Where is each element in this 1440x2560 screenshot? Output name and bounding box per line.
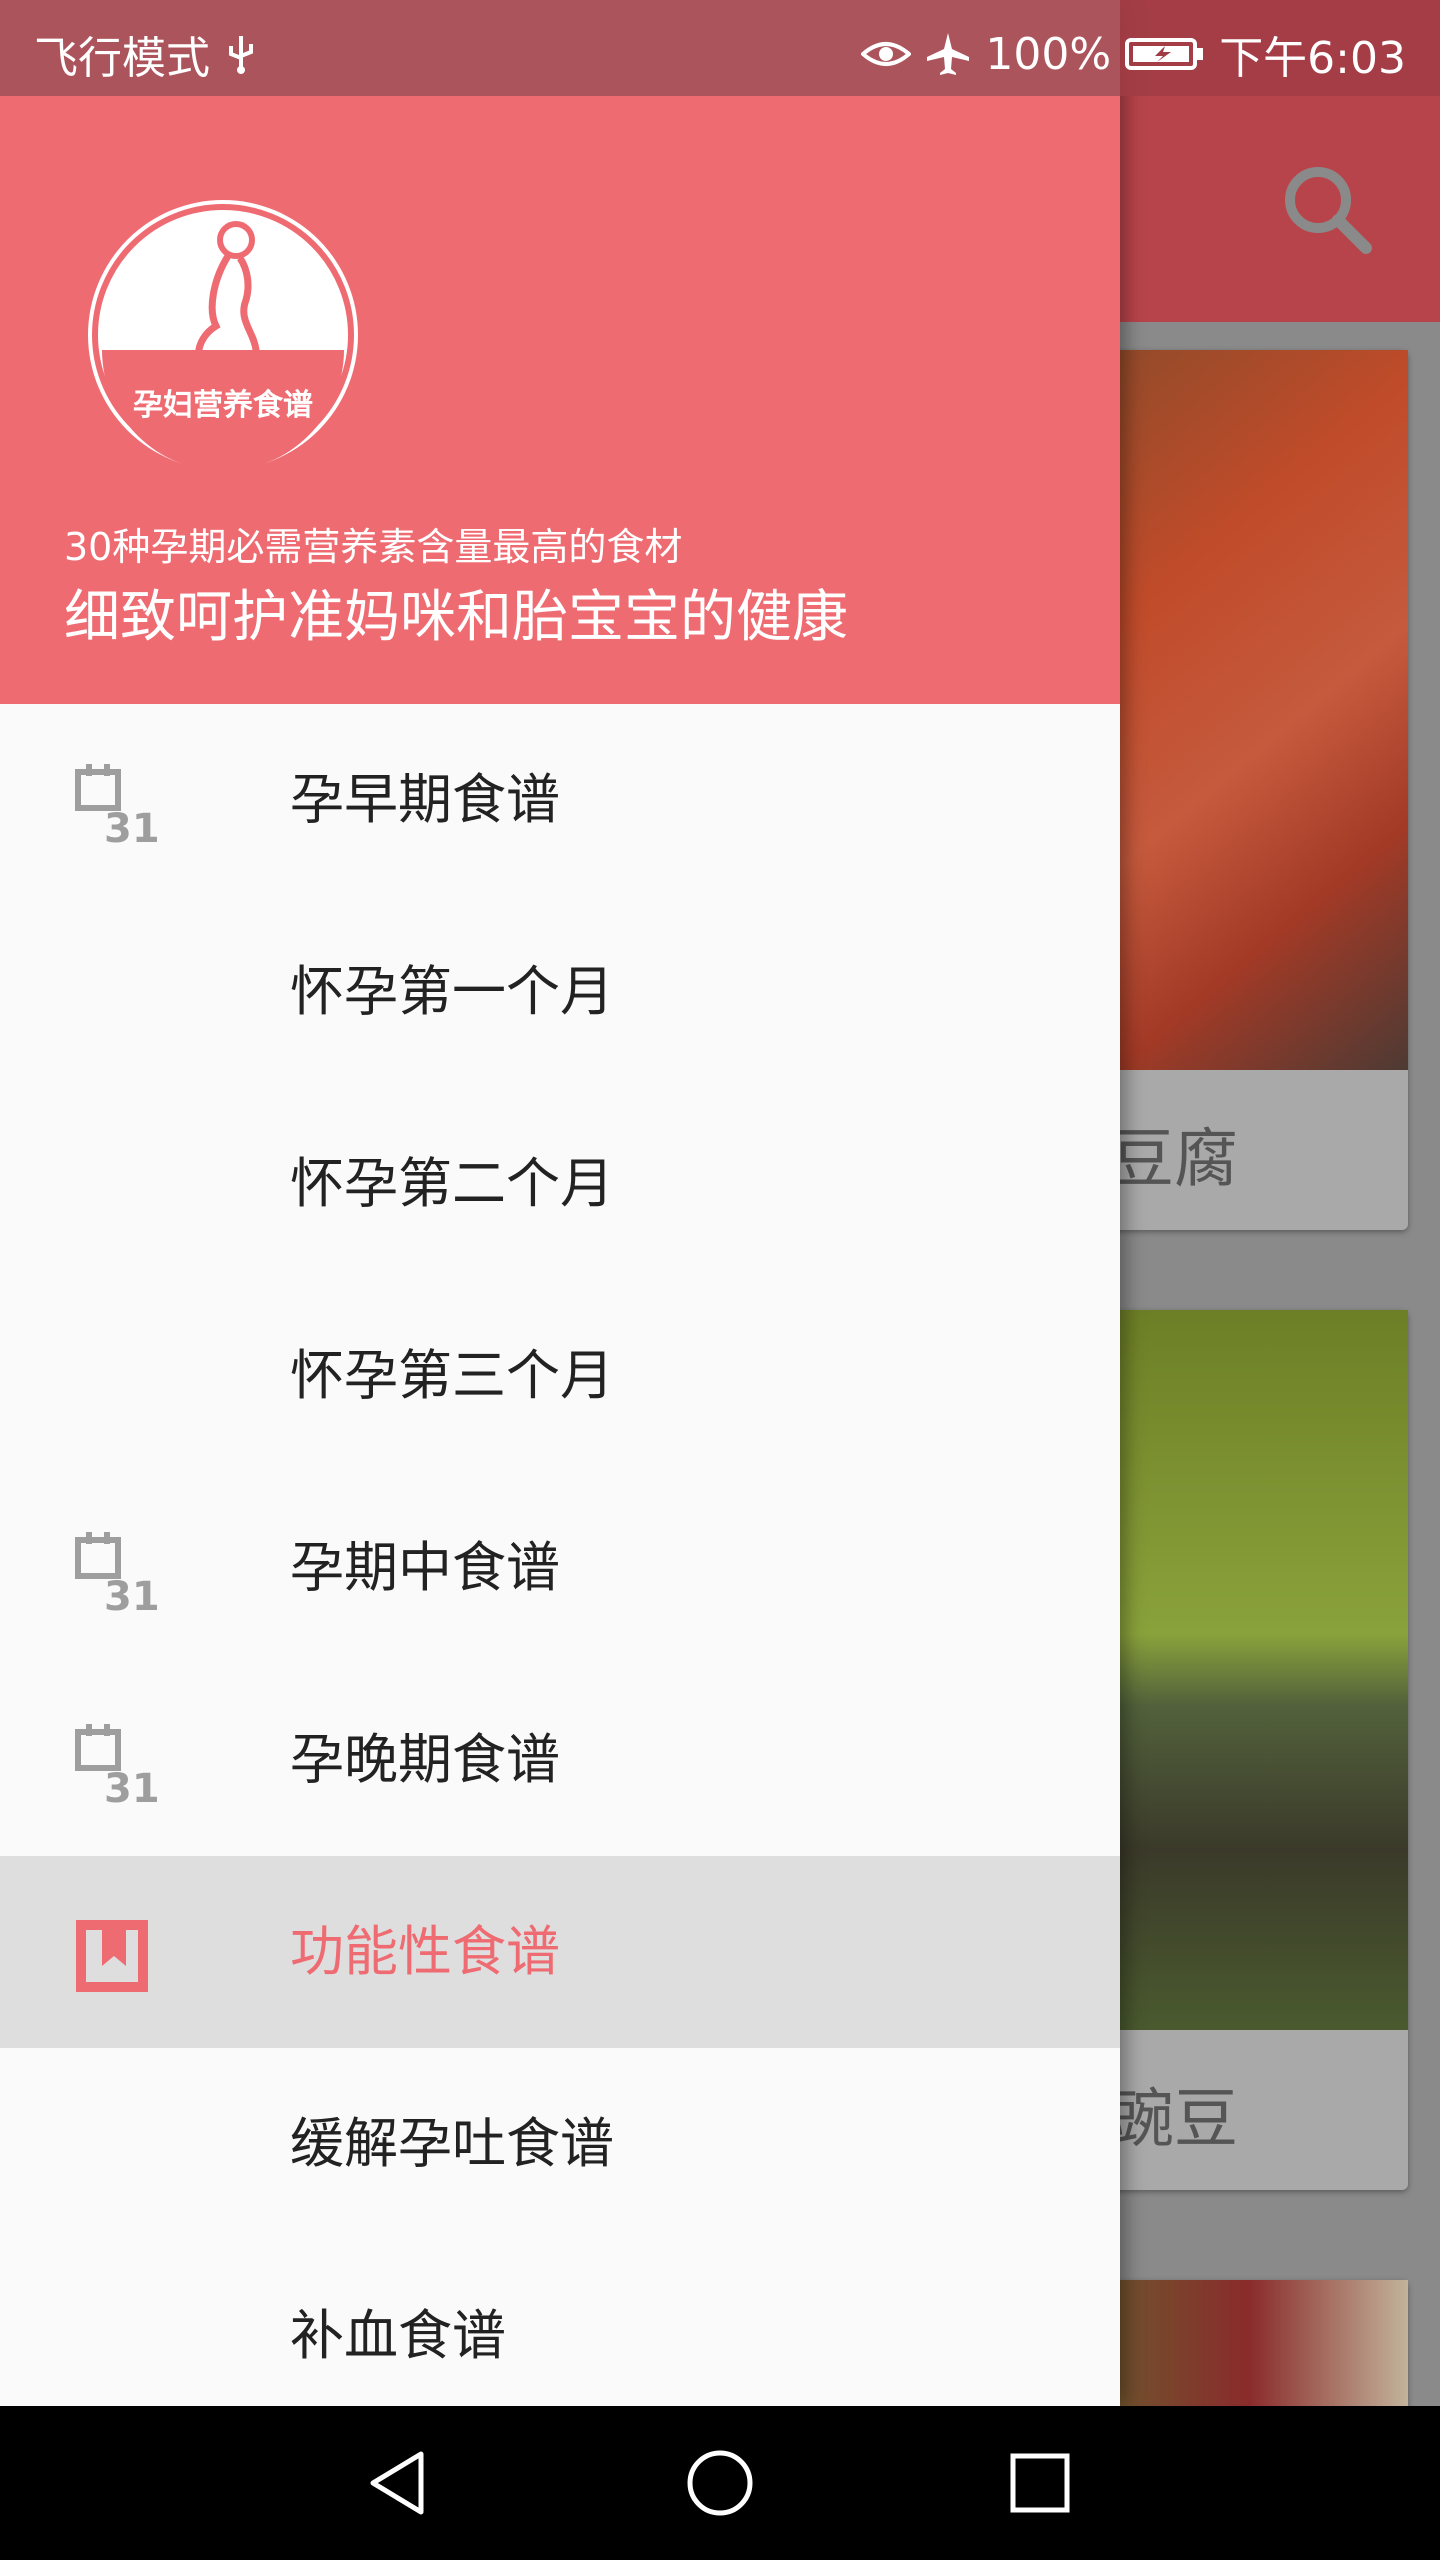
status-right: 100% 下午6:03 [861,22,1406,86]
clock: 下午6:03 [1219,33,1406,84]
recents-button[interactable] [960,2406,1120,2560]
menu-item-blood-replenish[interactable]: 补血食谱 [0,2240,1120,2406]
menu-item-label: 孕晚期食谱 [290,1728,560,1791]
calendar-31-icon: 31 [74,1724,160,1812]
home-button[interactable] [640,2406,800,2560]
menu-item-month-3[interactable]: 怀孕第三个月 [0,1280,1120,1472]
recipe-card[interactable]: 豌豆 [1090,1310,1408,2190]
recipe-title: 豆腐 [1110,1123,1238,1197]
airplane-mode-text: 飞行模式 [34,33,210,84]
usb-icon [226,32,256,76]
recipe-image [1090,1310,1408,2030]
menu-item-label: 孕早期食谱 [290,768,560,831]
recents-icon [1010,2453,1070,2513]
svg-text:31: 31 [104,1766,160,1804]
recipe-title: 豌豆 [1110,2083,1238,2157]
battery-charging-icon [1125,34,1205,74]
navigation-drawer: 孕妇营养食谱 30种孕期必需营养素含量最高的食材 细致呵护准妈咪和胎宝宝的健康 … [0,0,1120,2406]
eye-icon [861,34,912,74]
recipe-image [1090,350,1408,1070]
search-button[interactable] [1278,160,1374,256]
pregnant-woman-icon [92,204,354,470]
back-button[interactable] [320,2406,480,2560]
menu-item-nausea-relief[interactable]: 缓解孕吐食谱 [0,2048,1120,2240]
menu-item-label: 补血食谱 [290,2304,506,2367]
menu-item-label: 孕期中食谱 [290,1536,560,1599]
status-left: 飞行模式 [34,22,256,86]
menu-item-label: 缓解孕吐食谱 [290,2112,614,2175]
bookmark-icon [74,1916,160,1996]
navigation-bar [0,2406,1440,2560]
status-bar: 飞行模式 100% 下午6:03 [0,0,1440,96]
menu-item-label: 怀孕第三个月 [290,1344,614,1407]
drawer-subtitle: 30种孕期必需营养素含量最高的食材 [64,525,683,569]
svg-text:31: 31 [104,1574,160,1612]
menu-item-late-pregnancy[interactable]: 31 孕晚期食谱 [0,1664,1120,1856]
menu-item-month-2[interactable]: 怀孕第二个月 [0,1088,1120,1280]
logo-text: 孕妇营养食谱 [133,388,313,423]
menu-item-mid-pregnancy[interactable]: 31 孕期中食谱 [0,1472,1120,1664]
menu-item-label: 怀孕第二个月 [290,1152,614,1215]
app-logo: 孕妇营养食谱 [88,200,358,470]
menu-item-early-pregnancy[interactable]: 31 孕早期食谱 [0,704,1120,896]
calendar-31-icon: 31 [74,764,160,852]
menu-item-month-1[interactable]: 怀孕第一个月 [0,896,1120,1088]
drawer-title: 细致呵护准妈咪和胎宝宝的健康 [64,585,848,650]
airplane-icon [925,31,971,77]
drawer-menu: 31 孕早期食谱 怀孕第一个月 怀孕第二个月 怀孕第三个月 31 孕期中食谱 3… [0,704,1120,2406]
menu-item-label: 怀孕第一个月 [290,960,614,1023]
svg-text:31: 31 [104,806,160,844]
recipe-card[interactable]: 豆腐 [1090,350,1408,1230]
calendar-31-icon: 31 [74,1532,160,1620]
menu-item-functional-recipes[interactable]: 功能性食谱 [0,1856,1120,2048]
drawer-header: 孕妇营养食谱 30种孕期必需营养素含量最高的食材 细致呵护准妈咪和胎宝宝的健康 [0,96,1120,704]
search-icon [1285,167,1372,254]
home-icon [687,2450,753,2516]
battery-percent: 100% [985,28,1112,80]
back-icon [370,2451,424,2515]
menu-item-label: 功能性食谱 [290,1920,560,1983]
